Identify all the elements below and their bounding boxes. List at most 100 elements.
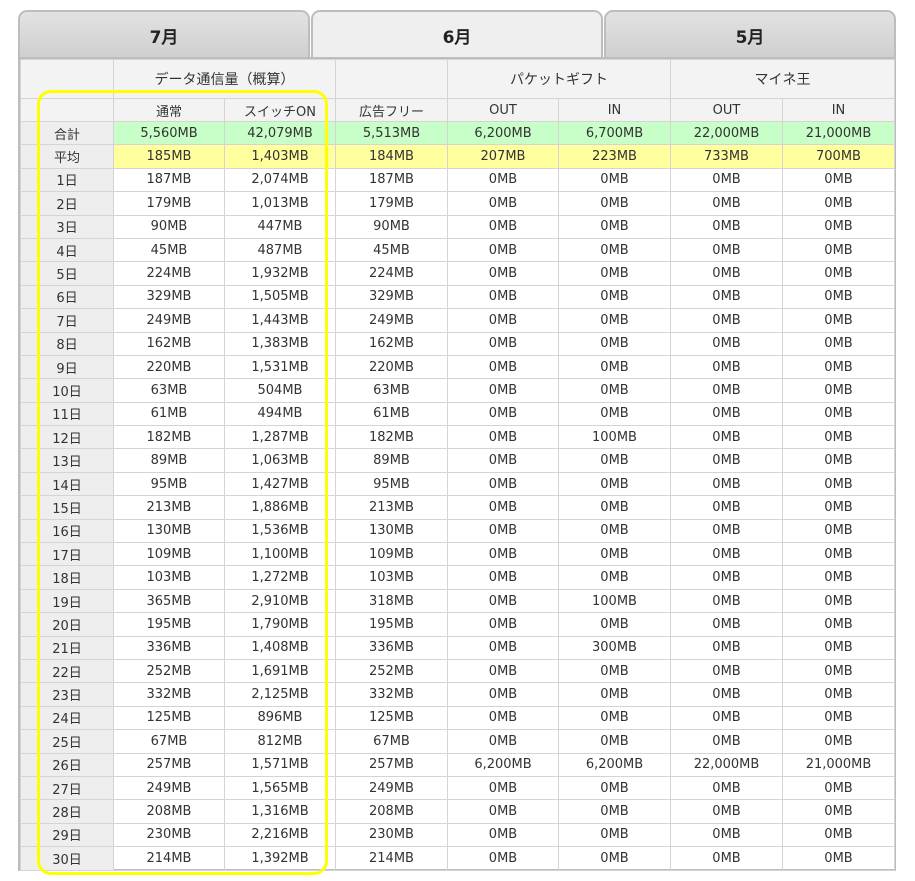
table-cell: 0MB [670, 354, 783, 380]
table-cell: 1,536MB [224, 518, 336, 544]
table-cell: 1,790MB [224, 612, 336, 637]
table-cell: 0MB [670, 308, 783, 333]
table-row: 11日 61MB 494MB 61MB 0MB 0MB 0MB 0MB [20, 401, 895, 427]
table-cell: 252MB [335, 658, 448, 684]
table-cell: 0MB [447, 284, 559, 310]
table-cell: 0MB [558, 612, 671, 637]
table-cell: 61MB [335, 401, 448, 427]
table-cell: 0MB [447, 658, 559, 684]
table-cell: 0MB [670, 635, 783, 660]
row-label: 18日 [20, 565, 114, 590]
row-label: 12日 [20, 425, 114, 450]
tab-july[interactable]: 7月 [18, 10, 310, 58]
table-cell: 0MB [670, 682, 783, 707]
table-cell: 182MB [113, 425, 225, 450]
row-label: 16日 [20, 518, 114, 544]
row-label: 30日 [20, 846, 114, 871]
table-cell: 0MB [670, 425, 783, 450]
table-cell: 187MB [335, 167, 448, 193]
table-row: 29日 230MB 2,216MB 230MB 0MB 0MB 0MB 0MB [20, 822, 895, 848]
table-cell: 0MB [558, 658, 671, 684]
table-row: 24日 125MB 896MB 125MB 0MB 0MB 0MB 0MB [20, 705, 895, 731]
row-label: 3日 [20, 214, 114, 239]
table-row: 14日 95MB 1,427MB 95MB 0MB 0MB 0MB 0MB [20, 471, 895, 497]
table-cell: 95MB [335, 471, 448, 497]
table-row: 6日 329MB 1,505MB 329MB 0MB 0MB 0MB 0MB [20, 284, 895, 310]
table-cell: 0MB [670, 495, 783, 520]
table-cell: 494MB [224, 401, 336, 427]
table-row: 1日 187MB 2,074MB 187MB 0MB 0MB 0MB 0MB [20, 167, 895, 193]
table-cell: 336MB [335, 635, 448, 660]
table-cell: 0MB [670, 542, 783, 567]
table-row: 30日 214MB 1,392MB 214MB 0MB 0MB 0MB 0MB [20, 846, 895, 871]
table-cell: 1,932MB [224, 261, 336, 286]
table-cell: 67MB [113, 729, 225, 754]
table-cell: 1,392MB [224, 846, 336, 871]
row-label: 26日 [20, 752, 114, 777]
table-row: 15日 213MB 1,886MB 213MB 0MB 0MB 0MB 0MB [20, 495, 895, 520]
table-cell: 0MB [558, 799, 671, 824]
table-cell: 22,000MB [670, 120, 783, 146]
col-header-gift-in: IN [558, 98, 671, 122]
table-cell: 0MB [447, 331, 559, 356]
table-cell: 1,571MB [224, 752, 336, 777]
tab-june[interactable]: 6月 [311, 10, 603, 58]
table-cell: 0MB [558, 775, 671, 801]
table-cell: 0MB [558, 705, 671, 731]
table-cell: 195MB [335, 612, 448, 637]
table-cell: 0MB [782, 354, 895, 380]
table-row: 19日 365MB 2,910MB 318MB 0MB 100MB 0MB 0MB [20, 588, 895, 614]
table-cell: 179MB [113, 191, 225, 216]
table-cell: 0MB [670, 846, 783, 871]
table-cell: 0MB [670, 448, 783, 473]
table-cell: 0MB [447, 401, 559, 427]
table-cell: 213MB [335, 495, 448, 520]
table-cell: 0MB [782, 775, 895, 801]
tab-may[interactable]: 5月 [604, 10, 896, 58]
table-cell: 130MB [113, 518, 225, 544]
table-cell: 5,513MB [335, 120, 448, 146]
total-row: 合計 5,560MB 42,079MB 5,513MB 6,200MB 6,700MB 22… [20, 120, 895, 146]
row-label: 19日 [20, 588, 114, 614]
row-label: 28日 [20, 799, 114, 824]
col-header-maine-out: OUT [670, 98, 783, 122]
table-cell: 447MB [224, 214, 336, 239]
table-cell: 0MB [782, 284, 895, 310]
table-cell: 0MB [782, 495, 895, 520]
table-row: 18日 103MB 1,272MB 103MB 0MB 0MB 0MB 0MB [20, 565, 895, 590]
table-cell: 0MB [670, 378, 783, 403]
table-cell: 336MB [113, 635, 225, 660]
table-cell: 0MB [670, 214, 783, 239]
table-cell: 6,200MB [558, 752, 671, 777]
col-header-switch-on: スイッチON [224, 98, 336, 122]
table-cell: 0MB [670, 471, 783, 497]
table-cell: 89MB [335, 448, 448, 473]
table-cell: 896MB [224, 705, 336, 731]
table-cell: 0MB [670, 705, 783, 731]
table-cell: 21,000MB [782, 120, 895, 146]
table-cell: 0MB [558, 846, 671, 871]
table-cell: 89MB [113, 448, 225, 473]
table-cell: 0MB [447, 167, 559, 193]
table-cell: 0MB [558, 822, 671, 848]
table-row: 25日 67MB 812MB 67MB 0MB 0MB 0MB 0MB [20, 729, 895, 754]
table-cell: 0MB [670, 658, 783, 684]
group-header-data: データ通信量（概算） [113, 59, 336, 99]
table-cell: 2,125MB [224, 682, 336, 707]
table-row: 3日 90MB 447MB 90MB 0MB 0MB 0MB 0MB [20, 214, 895, 239]
table-cell: 22,000MB [670, 752, 783, 777]
table-cell: 0MB [447, 191, 559, 216]
table-cell: 2,910MB [224, 588, 336, 614]
table-cell: 0MB [447, 635, 559, 660]
table-cell: 1,427MB [224, 471, 336, 497]
table-cell: 109MB [113, 542, 225, 567]
table-cell: 0MB [670, 588, 783, 614]
table-cell: 318MB [335, 588, 448, 614]
table-cell: 162MB [335, 331, 448, 356]
table-cell: 0MB [782, 565, 895, 590]
table-cell: 67MB [335, 729, 448, 754]
table-cell: 0MB [782, 705, 895, 731]
table-cell: 0MB [558, 191, 671, 216]
table-cell: 0MB [558, 167, 671, 193]
table-cell: 0MB [782, 635, 895, 660]
